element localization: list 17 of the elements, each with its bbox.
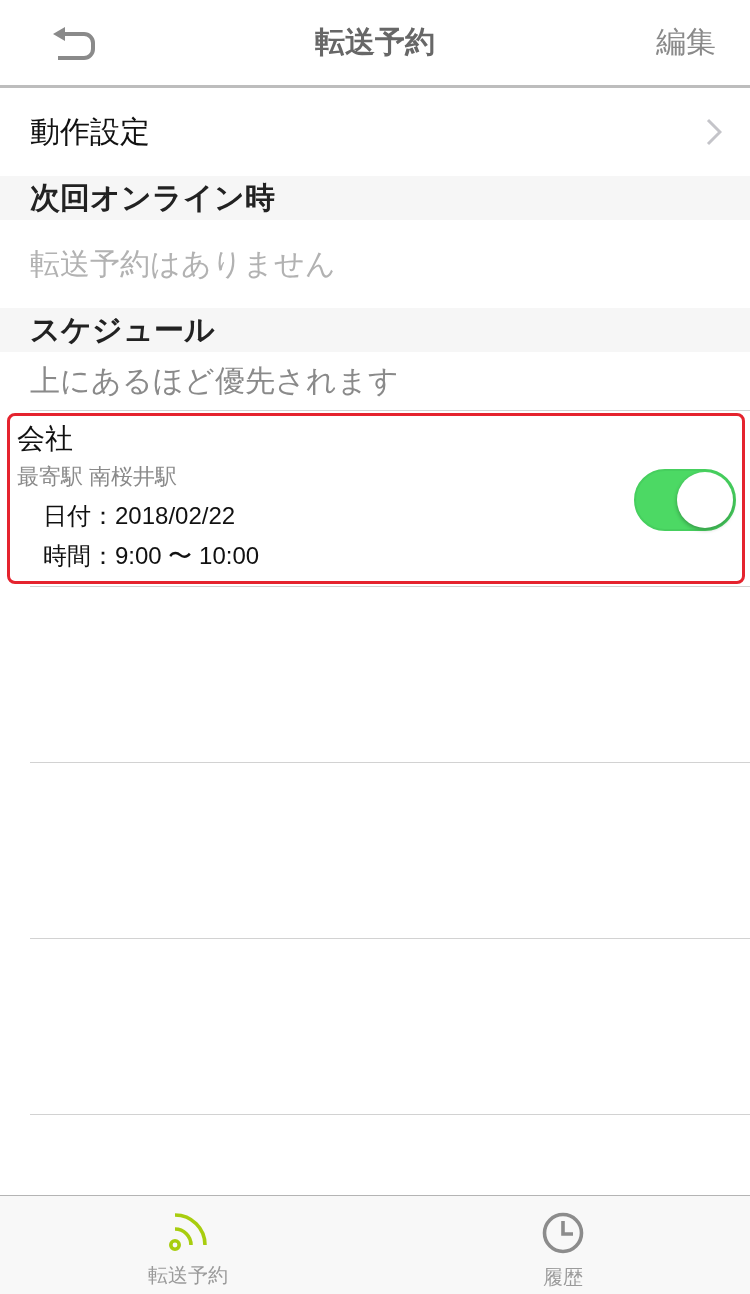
section-header: スケジュール — [0, 308, 750, 352]
tab-item[interactable]: 履歴 — [375, 1196, 750, 1294]
schedule-name: 会社 — [17, 422, 74, 456]
tab-item[interactable]: 転送予約 — [0, 1196, 375, 1294]
action-settings-row[interactable]: 動作設定 — [0, 88, 750, 176]
edit-button[interactable]: 編集 — [652, 20, 720, 65]
station-text: 最寄駅 南桜井駅 — [17, 463, 179, 491]
time-text: 時間：9:00 〜 10:00 — [42, 541, 260, 571]
screen-title: 転送予約 — [315, 24, 435, 60]
section-header: 次回オンライン時 — [0, 176, 750, 220]
schedule-item[interactable]: 会社 最寄駅 南桜井駅 日付：2018/02/22 時間：9:00 〜 10:00 — [7, 413, 745, 584]
date-text: 日付：2018/02/22 — [42, 501, 237, 531]
empty-message: 転送予約はありません — [29, 245, 337, 282]
priority-hint: 上にあるほど優先されます — [30, 352, 750, 411]
chevron-right-icon — [706, 118, 722, 146]
back-arrow-icon — [52, 25, 98, 60]
schedule-toggle[interactable] — [634, 468, 736, 531]
